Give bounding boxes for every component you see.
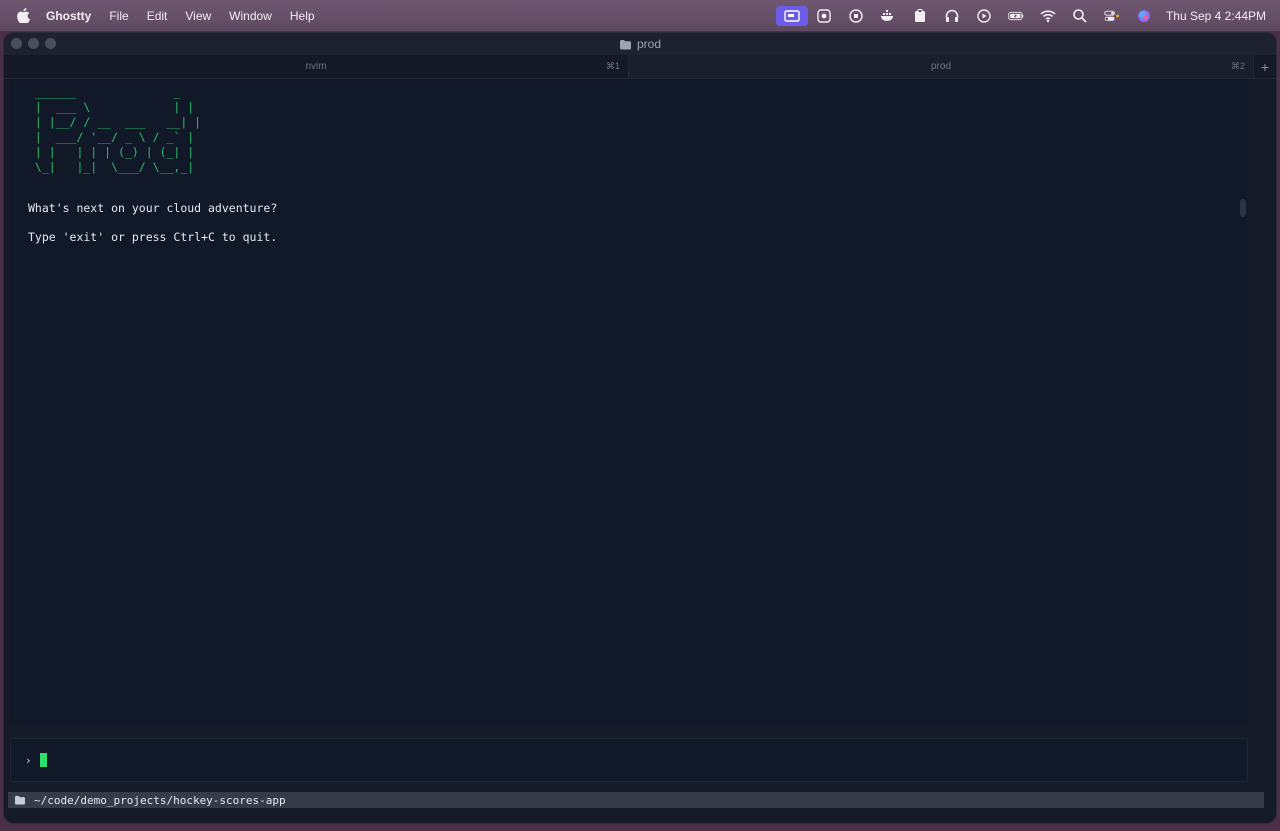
menubar-clock[interactable]: Thu Sep 4 2:44PM (1166, 9, 1266, 23)
command-input[interactable]: › (10, 738, 1248, 782)
tab-shortcut: ⌘1 (605, 61, 620, 71)
gear-icon (817, 8, 831, 23)
menu-edit[interactable]: Edit (147, 9, 168, 23)
clipboard-status[interactable] (904, 0, 936, 31)
text-cursor (39, 753, 47, 767)
search-icon (1073, 8, 1087, 23)
minimize-window-button[interactable] (28, 38, 39, 49)
docker-status[interactable] (872, 0, 904, 31)
headphones-status[interactable] (936, 0, 968, 31)
headphones-icon (945, 9, 959, 22)
scrollbar-thumb[interactable] (1240, 199, 1246, 217)
screen-share-status[interactable] (775, 0, 808, 31)
tab-label: nvim (305, 61, 327, 72)
menu-file[interactable]: File (109, 9, 128, 23)
ascii-art-banner: ______ _ | ___ \ | | | |__/ / __ ___ __|… (34, 85, 202, 174)
siri-icon (1137, 9, 1150, 22)
window-title-text: prod (636, 37, 662, 51)
tab-label: prod (930, 61, 951, 72)
terminal-window: prod nvim ⌘1 prod ⌘2 + ______ _ | ___ \ … (4, 33, 1276, 823)
siri-status[interactable] (1128, 0, 1160, 31)
tab-shortcut: ⌘2 (1230, 61, 1245, 71)
menu-bar: Ghostty File Edit View Window Help Thu S… (0, 0, 1280, 31)
docker-icon (880, 9, 893, 21)
apple-icon (16, 8, 30, 23)
tab-nvim[interactable]: nvim ⌘1 (4, 55, 629, 78)
window-title: prod (619, 37, 661, 51)
play-circle-icon (977, 8, 991, 23)
close-window-button[interactable] (11, 38, 22, 49)
terminal-output[interactable]: ______ _ | ___ \ | | | |__/ / __ ___ __|… (10, 79, 1248, 724)
menu-help[interactable]: Help (290, 9, 315, 23)
folder-icon (619, 39, 631, 49)
cloud-sync-icon (849, 8, 863, 23)
gear-status[interactable] (808, 0, 840, 31)
new-tab-button[interactable]: + (1254, 55, 1276, 78)
control-center-status[interactable] (1096, 0, 1128, 31)
screen-share-icon (784, 9, 800, 22)
tab-bar: nvim ⌘1 prod ⌘2 + (4, 55, 1276, 79)
current-directory-path: ~/code/demo_projects/hockey-scores-app (34, 793, 286, 807)
control-center-icon (1104, 10, 1119, 21)
window-controls (11, 38, 56, 49)
clipboard-icon (914, 8, 925, 22)
battery-status[interactable] (1000, 0, 1032, 31)
spotlight-status[interactable] (1064, 0, 1096, 31)
battery-charging-icon (1008, 11, 1024, 20)
menu-window[interactable]: Window (229, 9, 272, 23)
app-name-menu[interactable]: Ghostty (46, 9, 91, 23)
tab-prod[interactable]: prod ⌘2 (629, 55, 1254, 78)
terminal-line: What's next on your cloud adventure? (28, 201, 278, 215)
apple-menu[interactable] (0, 8, 46, 23)
window-titlebar[interactable]: prod (4, 33, 1276, 55)
zoom-window-button[interactable] (45, 38, 56, 49)
folder-icon (15, 795, 25, 805)
play-status[interactable] (968, 0, 1000, 31)
status-menu-extras: Thu Sep 4 2:44PM (775, 0, 1280, 31)
menu-view[interactable]: View (185, 9, 211, 23)
wifi-icon (1040, 9, 1056, 22)
terminal-line: Type 'exit' or press Ctrl+C to quit. (28, 230, 278, 244)
wifi-status[interactable] (1032, 0, 1064, 31)
cloud-sync-status[interactable] (840, 0, 872, 31)
prompt-symbol: › (25, 753, 32, 767)
status-bar: ~/code/demo_projects/hockey-scores-app (8, 792, 1264, 808)
